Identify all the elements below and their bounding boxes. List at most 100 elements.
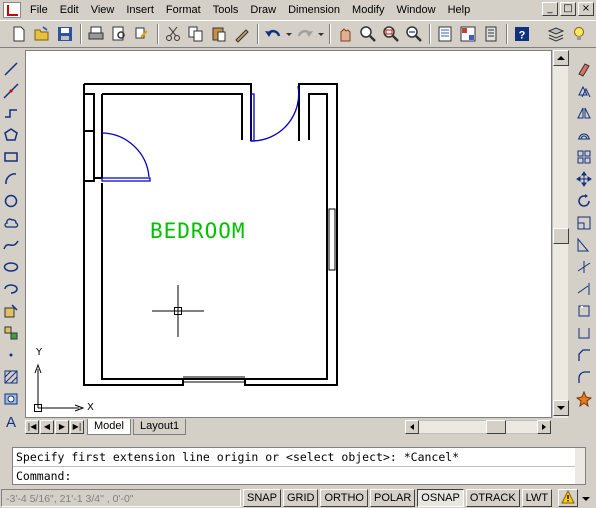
menu-modify[interactable]: Modify	[346, 1, 390, 19]
statusbar-menu-icon[interactable]	[580, 490, 592, 506]
redo-icon[interactable]	[294, 23, 316, 45]
menu-tools[interactable]: Tools	[207, 1, 245, 19]
save-icon[interactable]	[54, 23, 76, 45]
zoom-previous-icon[interactable]	[403, 23, 425, 45]
line-icon[interactable]	[1, 58, 21, 80]
minimize-button[interactable]: _	[542, 2, 558, 16]
scroll-left-button[interactable]	[405, 420, 419, 434]
menu-help[interactable]: Help	[442, 1, 477, 19]
menu-format[interactable]: Format	[160, 1, 207, 19]
scroll-right-button[interactable]	[537, 420, 551, 434]
otrack-toggle[interactable]: OTRACK	[465, 489, 520, 507]
scale-icon[interactable]	[574, 212, 594, 234]
polygon-icon[interactable]	[1, 124, 21, 146]
next-tab-button[interactable]: ▶	[55, 420, 69, 434]
new-icon[interactable]	[8, 23, 30, 45]
tab-model[interactable]: Model	[87, 419, 131, 435]
menu-edit[interactable]: Edit	[54, 1, 85, 19]
undo-dropdown-icon[interactable]	[285, 23, 293, 45]
zoom-window-icon[interactable]	[380, 23, 402, 45]
break-icon[interactable]	[574, 322, 594, 344]
menu-window[interactable]: Window	[390, 1, 441, 19]
print-icon[interactable]	[85, 23, 107, 45]
trim-icon[interactable]	[574, 256, 594, 278]
redo-dropdown-icon[interactable]	[317, 23, 325, 45]
autocad-app-icon[interactable]	[3, 2, 21, 18]
menu-file[interactable]: File	[24, 1, 54, 19]
polar-toggle[interactable]: POLAR	[370, 489, 416, 507]
ellipse-icon[interactable]	[1, 256, 21, 278]
construction-line-icon[interactable]	[1, 80, 21, 102]
match-properties-icon[interactable]	[231, 23, 253, 45]
make-block-icon[interactable]	[1, 322, 21, 344]
osnap-toggle[interactable]: OSNAP	[417, 489, 464, 507]
offset-icon[interactable]	[574, 124, 594, 146]
circle-icon[interactable]	[1, 190, 21, 212]
vertical-scrollbar[interactable]	[552, 50, 569, 418]
first-tab-button[interactable]: |◀	[25, 420, 39, 434]
extend-icon[interactable]	[574, 278, 594, 300]
command-prompt[interactable]: Command:	[13, 466, 585, 484]
zoom-realtime-icon[interactable]	[357, 23, 379, 45]
region-icon[interactable]	[1, 388, 21, 410]
restore-button[interactable]: □	[560, 2, 576, 16]
scroll-up-button[interactable]	[553, 50, 569, 66]
menu-insert[interactable]: Insert	[120, 1, 160, 19]
model-space-drawing-area[interactable]: BEDROOM Y X	[25, 50, 552, 418]
layers-icon[interactable]	[545, 23, 567, 45]
fillet-icon[interactable]	[574, 366, 594, 388]
polyline-icon[interactable]	[1, 102, 21, 124]
previous-tab-button[interactable]: ◀	[40, 420, 54, 434]
command-scrollbar[interactable]	[575, 448, 585, 484]
horizontal-scroll-thumb[interactable]	[486, 420, 506, 434]
vertical-scroll-thumb[interactable]	[553, 228, 569, 244]
spline-icon[interactable]	[1, 234, 21, 256]
scroll-down-button[interactable]	[553, 400, 569, 416]
tray-settings-icon[interactable]	[558, 489, 579, 507]
revision-cloud-icon[interactable]	[1, 212, 21, 234]
menu-dimension[interactable]: Dimension	[282, 1, 346, 19]
design-center-icon[interactable]	[457, 23, 479, 45]
copy-icon[interactable]	[185, 23, 207, 45]
mirror-icon[interactable]	[574, 102, 594, 124]
lwt-toggle[interactable]: LWT	[521, 489, 553, 507]
paste-icon[interactable]	[208, 23, 230, 45]
move-icon[interactable]	[574, 168, 594, 190]
undo-icon[interactable]	[262, 23, 284, 45]
tab-layout1[interactable]: Layout1	[132, 419, 187, 435]
multiline-text-icon[interactable]: A	[1, 410, 21, 432]
pan-icon[interactable]	[334, 23, 356, 45]
open-icon[interactable]	[31, 23, 53, 45]
ellipse-arc-icon[interactable]	[1, 278, 21, 300]
hatch-icon[interactable]	[1, 366, 21, 388]
erase-icon[interactable]	[574, 58, 594, 80]
rectangle-icon[interactable]	[1, 146, 21, 168]
arc-icon[interactable]	[1, 168, 21, 190]
close-button[interactable]: ×	[578, 2, 594, 16]
layer-state-icon[interactable]	[568, 23, 590, 45]
copy-object-icon[interactable]	[574, 80, 594, 102]
explode-icon[interactable]	[574, 388, 594, 410]
chamfer-icon[interactable]	[574, 344, 594, 366]
array-icon[interactable]	[574, 146, 594, 168]
help-icon[interactable]: ?	[511, 23, 533, 45]
publish-icon[interactable]	[131, 23, 153, 45]
menu-view[interactable]: View	[85, 1, 121, 19]
grid-toggle[interactable]: GRID	[282, 489, 319, 507]
last-tab-button[interactable]: ▶|	[70, 420, 84, 434]
menu-draw[interactable]: Draw	[244, 1, 282, 19]
point-icon[interactable]	[1, 344, 21, 366]
insert-block-icon[interactable]	[1, 300, 21, 322]
snap-toggle[interactable]: SNAP	[243, 489, 281, 507]
command-line-window[interactable]: Specify first extension line origin or <…	[12, 447, 586, 485]
coordinate-display[interactable]: -3'-4 5/16", 21'-1 3/4" , 0'-0"	[1, 489, 241, 507]
cut-icon[interactable]	[162, 23, 184, 45]
properties-icon[interactable]	[434, 23, 456, 45]
stretch-icon[interactable]	[574, 234, 594, 256]
horizontal-scrollbar[interactable]	[405, 420, 551, 434]
ortho-toggle[interactable]: ORTHO	[320, 489, 368, 507]
rotate-icon[interactable]	[574, 190, 594, 212]
tool-palettes-icon[interactable]	[480, 23, 502, 45]
preview-icon[interactable]	[108, 23, 130, 45]
break-at-point-icon[interactable]	[574, 300, 594, 322]
